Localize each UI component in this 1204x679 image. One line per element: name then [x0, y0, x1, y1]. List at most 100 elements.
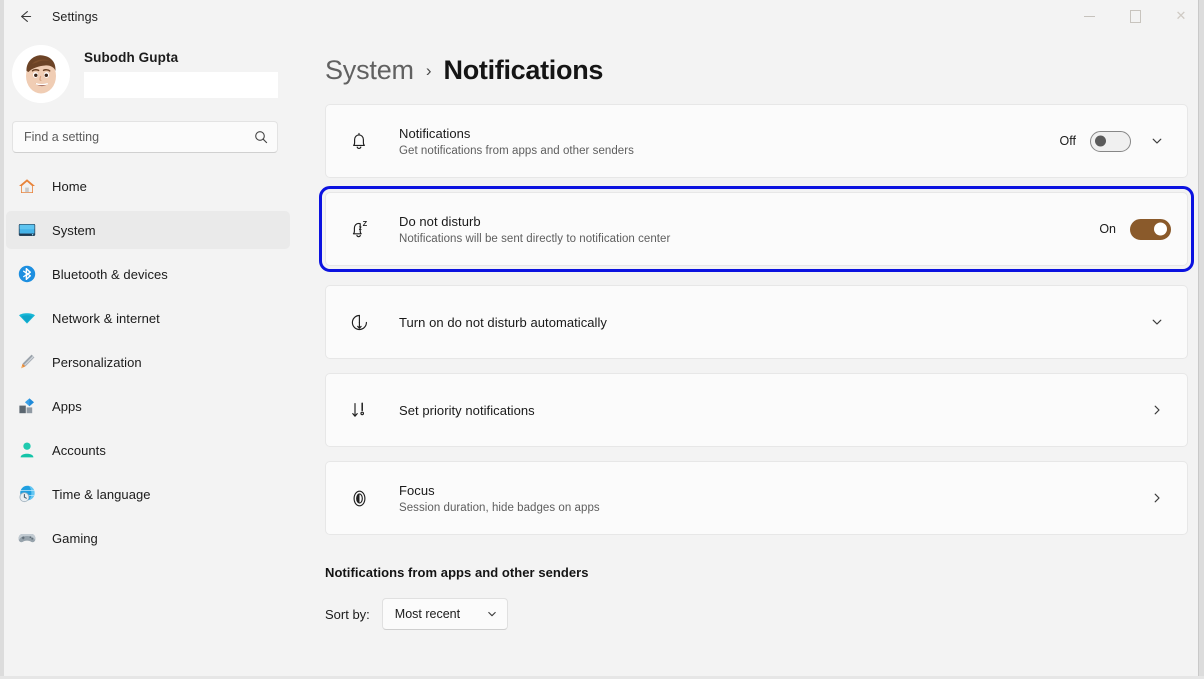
sidebar-item-label: Time & language — [52, 486, 151, 502]
sidebar-item-label: Apps — [52, 398, 82, 414]
network-icon — [16, 307, 38, 329]
card-title: Set priority notifications — [399, 402, 535, 418]
sidebar-item-label: Gaming — [52, 530, 98, 546]
focus-icon — [344, 483, 374, 513]
sort-by-dropdown[interactable]: Most recent — [381, 598, 508, 630]
card-text: Notifications Get notifications from app… — [399, 126, 1060, 157]
maximize-icon — [1129, 10, 1141, 23]
time-language-icon — [16, 483, 38, 505]
bell-icon — [344, 126, 374, 156]
window-right-edge — [1199, 0, 1204, 679]
card-controls — [1143, 484, 1171, 512]
card-turn-on-dnd-automatically[interactable]: Turn on do not disturb automatically — [325, 285, 1188, 359]
sidebar-item-label: Accounts — [52, 442, 106, 458]
chevron-down-icon[interactable] — [1143, 308, 1171, 336]
card-do-not-disturb[interactable]: z Z Do not disturb Notifications will be… — [319, 186, 1194, 272]
card-subtitle: Get notifications from apps and other se… — [399, 144, 634, 157]
breadcrumb-separator-icon: › — [425, 61, 432, 80]
search-icon — [254, 130, 268, 144]
avatar — [12, 45, 70, 103]
settings-window: Settings ✕ Subodh Gupta Find a setting H… — [0, 0, 1204, 679]
breadcrumb: System › Notifications — [325, 33, 1188, 104]
sidebar-item-apps[interactable]: Apps — [6, 387, 290, 425]
chevron-down-icon[interactable] — [1143, 127, 1171, 155]
sidebar-item-label: Network & internet — [52, 310, 160, 326]
card-set-priority-notifications[interactable]: Set priority notifications — [325, 373, 1188, 447]
search-wrapper — [0, 111, 290, 153]
svg-text:z: z — [358, 225, 361, 232]
sidebar-item-label: Bluetooth & devices — [52, 266, 168, 282]
personalization-icon — [16, 351, 38, 373]
window-body: Subodh Gupta Find a setting Home System … — [0, 33, 1204, 679]
card-controls: On — [1099, 218, 1171, 240]
toggle-state-label: On — [1099, 222, 1116, 236]
sidebar-item-bluetooth-devices[interactable]: Bluetooth & devices — [6, 255, 290, 293]
minimize-button[interactable] — [1066, 0, 1112, 33]
profile-name: Subodh Gupta — [84, 50, 179, 65]
sidebar-nav: Home System Bluetooth & devices Network … — [0, 167, 290, 557]
do-not-disturb-toggle[interactable] — [1130, 218, 1171, 240]
maximize-button[interactable] — [1112, 0, 1158, 33]
sort-by-value: Most recent — [394, 607, 461, 621]
chevron-right-icon[interactable] — [1143, 396, 1171, 424]
bluetooth-icon — [16, 263, 38, 285]
back-button[interactable] — [8, 2, 42, 32]
window-left-edge — [0, 0, 4, 679]
main-content: System › Notifications Notifications Get… — [302, 33, 1204, 679]
sidebar-item-label: System — [52, 222, 96, 238]
window-controls: ✕ — [1066, 0, 1204, 33]
chevron-down-icon — [486, 608, 498, 620]
toggle-knob — [1154, 222, 1167, 236]
sidebar-item-network-internet[interactable]: Network & internet — [6, 299, 290, 337]
search-input[interactable] — [24, 130, 245, 144]
page-title: Notifications — [443, 55, 604, 85]
profile-block[interactable]: Subodh Gupta — [0, 33, 290, 111]
card-subtitle: Notifications will be sent directly to n… — [399, 232, 671, 245]
card-focus[interactable]: Focus Session duration, hide badges on a… — [325, 461, 1188, 535]
card-controls: Off — [1060, 127, 1171, 155]
sidebar-item-label: Home — [52, 178, 87, 194]
bell-sleep-icon: z Z — [344, 214, 374, 244]
card-notifications[interactable]: Notifications Get notifications from app… — [325, 104, 1188, 178]
profile-text: Subodh Gupta — [84, 50, 290, 98]
sidebar-item-system[interactable]: System — [6, 211, 290, 249]
chevron-right-icon[interactable] — [1143, 484, 1171, 512]
sidebar: Subodh Gupta Find a setting Home System … — [0, 33, 302, 679]
close-icon: ✕ — [1175, 9, 1187, 24]
sidebar-item-personalization[interactable]: Personalization — [6, 343, 290, 381]
breadcrumb-parent[interactable]: System — [325, 55, 414, 86]
card-text: Set priority notifications — [399, 403, 1143, 418]
gaming-icon — [16, 527, 38, 549]
system-icon — [16, 219, 38, 241]
card-text: Do not disturb Notifications will be sen… — [399, 214, 1099, 245]
card-controls — [1143, 308, 1171, 336]
apps-icon — [16, 395, 38, 417]
profile-email-redacted — [84, 72, 278, 98]
app-title: Settings — [52, 9, 98, 24]
sidebar-item-home[interactable]: Home — [6, 167, 290, 205]
search-box[interactable] — [12, 121, 278, 153]
priority-icon — [344, 395, 374, 425]
card-title: Focus — [399, 482, 435, 498]
svg-text:Z: Z — [362, 219, 367, 228]
sidebar-item-time-language[interactable]: Time & language — [6, 475, 290, 513]
card-text: Turn on do not disturb automatically — [399, 315, 1143, 330]
card-controls — [1143, 396, 1171, 424]
minimize-icon — [1083, 15, 1095, 18]
title-bar: Settings ✕ — [0, 0, 1204, 33]
sort-by-label: Sort by: — [325, 606, 370, 622]
home-icon — [16, 175, 38, 197]
sidebar-item-accounts[interactable]: Accounts — [6, 431, 290, 469]
card-subtitle: Session duration, hide badges on apps — [399, 501, 600, 514]
card-title: Turn on do not disturb automatically — [399, 314, 607, 330]
sidebar-item-gaming[interactable]: Gaming — [6, 519, 290, 557]
card-title: Do not disturb — [399, 213, 481, 229]
toggle-state-label: Off — [1059, 134, 1076, 148]
accounts-icon — [16, 439, 38, 461]
settings-card-list: Notifications Get notifications from app… — [319, 104, 1194, 549]
clock-auto-icon — [344, 307, 374, 337]
section-heading: Notifications from apps and other sender… — [325, 565, 589, 580]
notifications-toggle[interactable] — [1090, 130, 1131, 152]
card-title: Notifications — [399, 125, 471, 141]
sidebar-item-label: Personalization — [52, 354, 142, 370]
